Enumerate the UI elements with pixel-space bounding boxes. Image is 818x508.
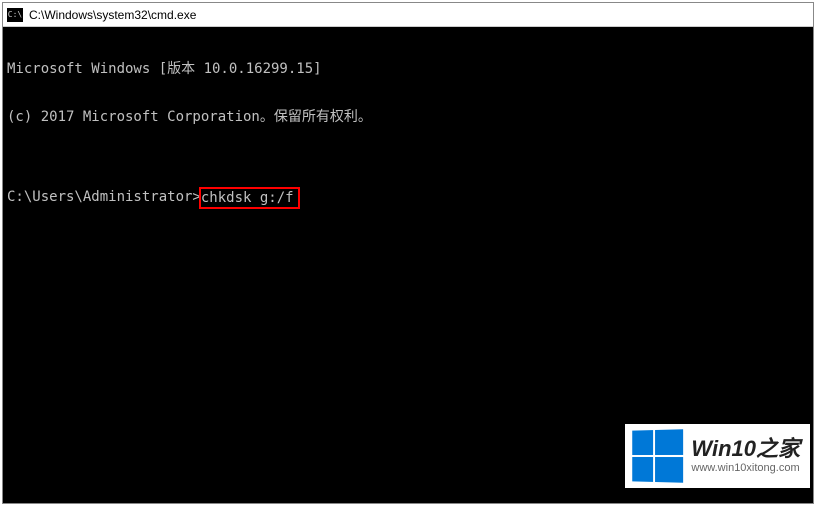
watermark-url: www.win10xitong.com bbox=[691, 462, 800, 474]
watermark: Win10之家 www.win10xitong.com bbox=[625, 424, 810, 488]
watermark-title: Win10之家 bbox=[691, 438, 800, 460]
command-highlight: chkdsk g:/f bbox=[199, 187, 300, 209]
prompt-text: C:\Users\Administrator> bbox=[7, 189, 201, 205]
watermark-text: Win10之家 www.win10xitong.com bbox=[691, 438, 800, 474]
window-title: C:\Windows\system32\cmd.exe bbox=[29, 8, 196, 22]
windows-logo-icon bbox=[633, 429, 684, 482]
cmd-icon: C:\ bbox=[7, 8, 23, 22]
prompt-line: C:\Users\Administrator>chkdsk g:/f bbox=[7, 189, 809, 211]
copyright-line: (c) 2017 Microsoft Corporation。保留所有权利。 bbox=[7, 109, 809, 125]
command-text: chkdsk g:/f bbox=[201, 190, 294, 206]
window-titlebar[interactable]: C:\ C:\Windows\system32\cmd.exe bbox=[3, 3, 813, 27]
version-line: Microsoft Windows [版本 10.0.16299.15] bbox=[7, 61, 809, 77]
